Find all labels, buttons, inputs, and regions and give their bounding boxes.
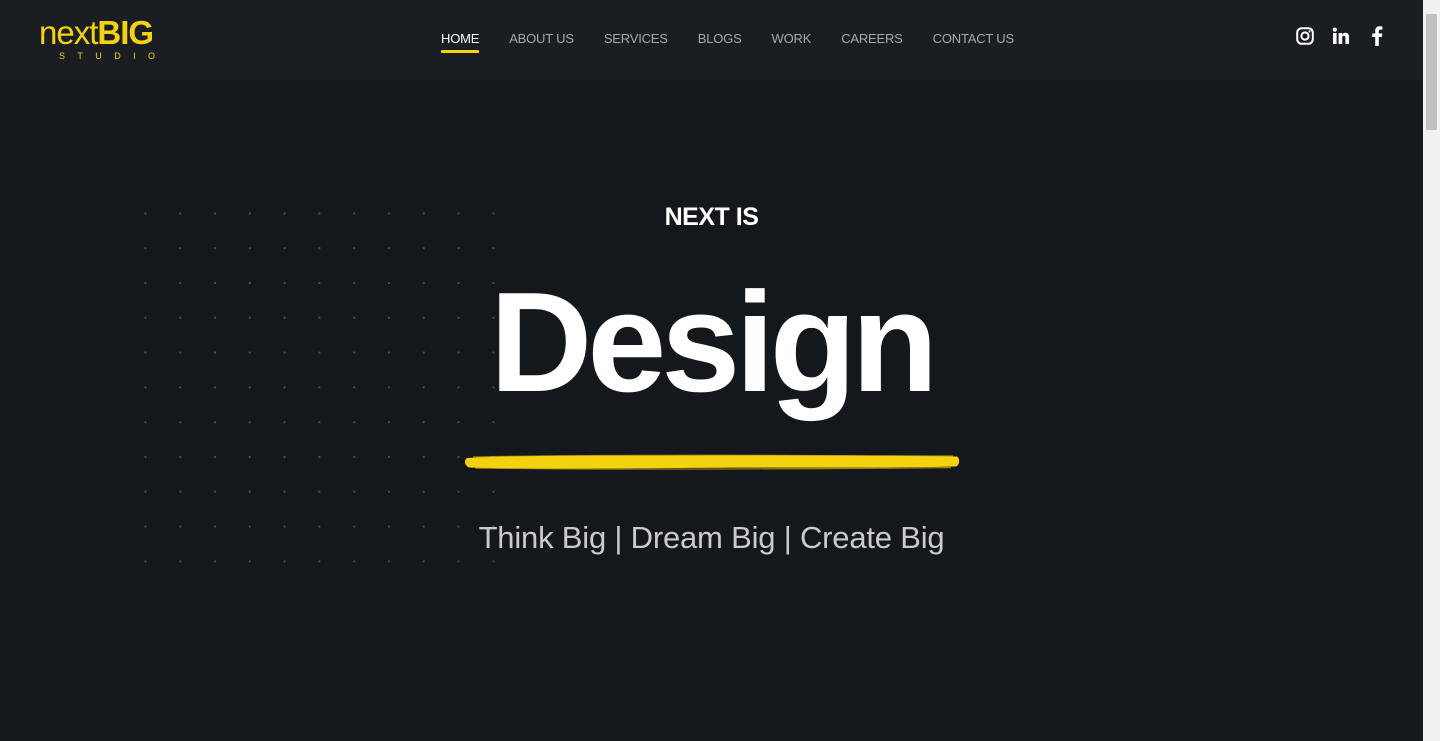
page: nextBIG STUDIO HOME ABOUT US SERVICES BL… xyxy=(0,0,1423,741)
logo-subtitle: STUDIO xyxy=(59,51,168,61)
linkedin-icon[interactable] xyxy=(1331,26,1351,46)
nav-item-blogs[interactable]: BLOGS xyxy=(698,30,742,54)
scrollbar-thumb[interactable] xyxy=(1426,14,1437,130)
nav-item-home[interactable]: HOME xyxy=(441,30,480,54)
instagram-icon[interactable] xyxy=(1295,26,1315,46)
vertical-scrollbar[interactable] xyxy=(1423,0,1440,741)
highlight-brush-stroke xyxy=(464,454,960,470)
main-nav: HOME ABOUT US SERVICES BLOGS WORK CAREER… xyxy=(441,30,1044,54)
hero-tagline: Think Big | Dream Big | Create Big xyxy=(478,520,945,555)
nav-item-contact-us[interactable]: CONTACT US xyxy=(933,30,1015,54)
logo-wordmark: nextBIG xyxy=(39,14,154,52)
hero-eyebrow: NEXT IS xyxy=(664,203,759,231)
facebook-icon[interactable] xyxy=(1367,26,1387,46)
site-logo[interactable]: nextBIG STUDIO xyxy=(39,14,179,62)
nav-item-services[interactable]: SERVICES xyxy=(604,30,668,54)
social-links xyxy=(1295,26,1387,46)
site-header: nextBIG STUDIO HOME ABOUT US SERVICES BL… xyxy=(0,0,1423,80)
logo-word-next: next xyxy=(39,14,98,51)
nav-item-careers[interactable]: CAREERS xyxy=(841,30,903,54)
hero-headline: Design xyxy=(489,263,938,422)
nav-item-work[interactable]: WORK xyxy=(772,30,812,54)
nav-item-about-us[interactable]: ABOUT US xyxy=(509,30,574,54)
logo-word-big: BIG xyxy=(97,14,154,51)
